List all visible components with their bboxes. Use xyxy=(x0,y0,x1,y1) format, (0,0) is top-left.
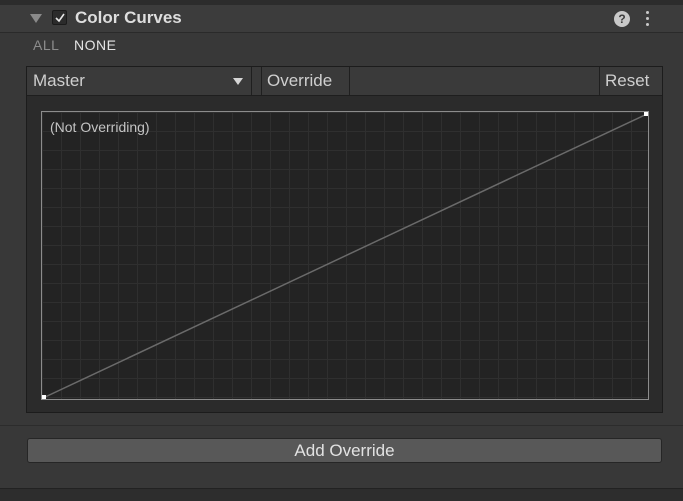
curve-toolbar: Master Override Reset xyxy=(27,67,662,96)
component-header[interactable]: Color Curves ? xyxy=(0,5,683,33)
all-toggle[interactable]: ALL xyxy=(33,37,59,53)
curve-graph xyxy=(42,112,648,399)
component-title: Color Curves xyxy=(75,8,182,27)
keyframe-start[interactable] xyxy=(42,395,46,399)
divider xyxy=(0,425,683,426)
curve-select-value: Master xyxy=(33,71,85,90)
dropdown-arrow-icon xyxy=(233,78,243,85)
override-toggle[interactable]: Override xyxy=(262,67,350,95)
checkmark-icon xyxy=(55,13,65,23)
toolbar-spacer xyxy=(252,67,262,95)
none-toggle[interactable]: NONE xyxy=(74,37,116,53)
enable-checkbox[interactable] xyxy=(52,10,67,25)
override-status-text: (Not Overriding) xyxy=(50,119,150,135)
curve-panel: Master Override Reset (Not Overriding) xyxy=(26,66,663,413)
curve-editor[interactable]: (Not Overriding) xyxy=(41,111,649,400)
keyframe-end[interactable] xyxy=(644,112,648,116)
master-curve-line[interactable] xyxy=(42,113,648,399)
foldout-arrow-icon[interactable] xyxy=(30,14,42,23)
bottom-strip xyxy=(0,488,683,501)
add-override-button[interactable]: Add Override xyxy=(27,438,662,463)
curve-select-dropdown[interactable]: Master xyxy=(27,67,252,95)
more-vertical-icon[interactable] xyxy=(645,11,651,29)
reset-button[interactable]: Reset xyxy=(599,67,662,95)
help-icon[interactable]: ? xyxy=(614,11,630,27)
